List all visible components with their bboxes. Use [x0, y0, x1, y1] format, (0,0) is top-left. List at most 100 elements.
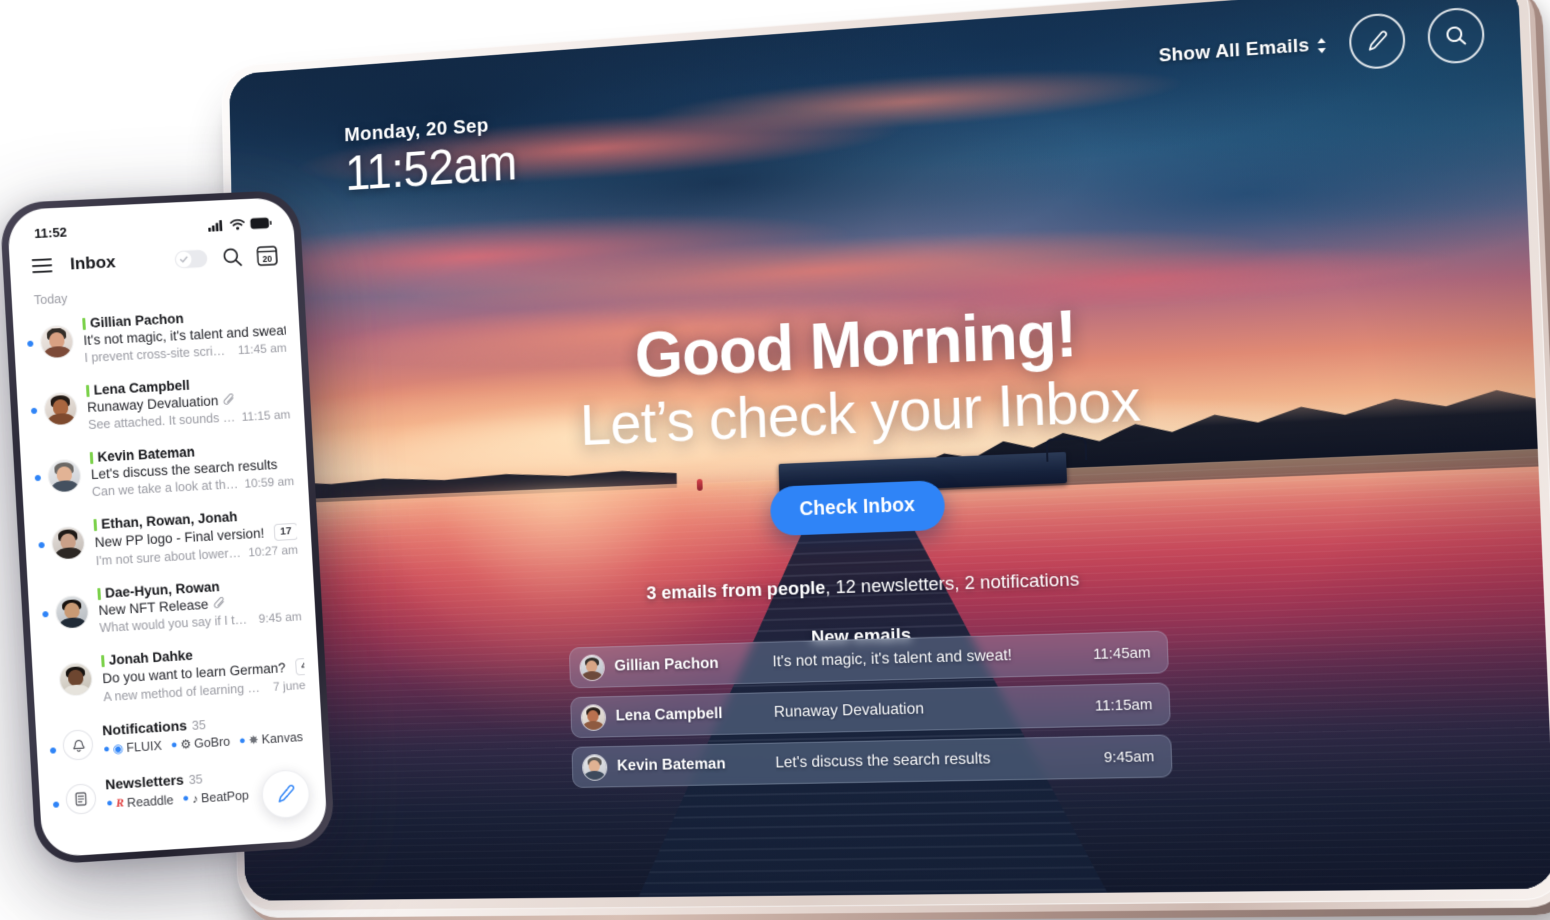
thread-color-bar — [82, 317, 86, 330]
unread-dot — [42, 611, 49, 618]
pencil-icon — [1364, 28, 1390, 54]
source-fluix: ● ◉ FLUIX — [103, 739, 162, 757]
email-time: 10:59 am — [244, 474, 295, 491]
source-readdle: ● R Readdle — [106, 792, 174, 811]
avatar — [578, 653, 605, 681]
email-time: 10:27 am — [247, 542, 299, 560]
source-kanvas: ● ✸ Kanvas — [239, 730, 304, 748]
attachment-icon — [269, 526, 270, 539]
tablet-compose-button[interactable] — [1348, 11, 1407, 71]
thread-count-badge: 17 — [273, 522, 298, 542]
email-sender: Kevin Bateman — [616, 755, 726, 775]
thread-color-bar — [85, 384, 90, 397]
source-name: GoBro — [193, 734, 231, 752]
bullet-dot-icon: ● — [238, 734, 247, 747]
avatar-face — [40, 325, 74, 360]
phone-screen: 11:52 Inbox 20 Today Gillian Pachon It's… — [6, 196, 328, 858]
show-all-emails-label: Show All Emails — [1158, 34, 1310, 67]
tablet-screen: Show All Emails Monday, 20 Sep 11:52am G… — [229, 0, 1550, 901]
group-count: 35 — [191, 718, 207, 734]
unread-dot — [46, 678, 52, 684]
email-time: 9:45am — [1103, 747, 1155, 766]
source-name: FLUIX — [126, 739, 163, 756]
calendar-day-number: 20 — [262, 253, 273, 265]
avatar — [581, 753, 608, 781]
phone-status-time: 11:52 — [33, 224, 68, 242]
list-item-body: Notifications 35 ● ◉ FLUIX ● ⚙ GoBro ● ✸… — [102, 710, 309, 757]
avatar-face — [55, 595, 89, 630]
source-name: Readdle — [126, 792, 174, 810]
avatar-face — [581, 704, 605, 731]
email-time: 11:45am — [1092, 643, 1151, 663]
email-subject: It's not magic, it's talent and sweat! — [772, 646, 1013, 671]
toggle-switch-icon — [174, 249, 208, 268]
search-icon — [1443, 23, 1469, 49]
avatar-face — [51, 526, 85, 561]
avatar — [43, 391, 79, 427]
phone-device: 11:52 Inbox 20 Today Gillian Pachon It's… — [0, 189, 336, 866]
tablet-email-list: Gillian Pachon It's not magic, it's tale… — [568, 630, 1173, 788]
email-time: 7 june — [272, 678, 306, 695]
battery-icon — [250, 217, 272, 230]
avatar-face — [59, 662, 93, 697]
tablet-bezel: Show All Emails Monday, 20 Sep 11:52am G… — [221, 0, 1550, 912]
email-time: 9:45 am — [258, 609, 303, 626]
avatar — [58, 661, 94, 697]
email-time: 11:15am — [1094, 695, 1153, 715]
email-time: 11:15 am — [241, 407, 291, 424]
tablet-time: 11:52am — [344, 135, 518, 201]
list-item-body: Gillian Pachon It's not magic, it's tale… — [82, 306, 287, 365]
avatar-face — [582, 754, 607, 781]
bullet-dot-icon: ● — [106, 797, 114, 810]
avatar — [580, 703, 606, 731]
list-item-body: Dae-Hyun, Rowan New NFT Release What wou… — [97, 575, 303, 635]
list-item-body: Kevin Bateman Let's discuss the search r… — [89, 439, 295, 499]
document-icon — [65, 783, 97, 816]
tablet-device: Show All Emails Monday, 20 Sep 11:52am G… — [221, 0, 1550, 920]
tablet-search-button[interactable] — [1426, 6, 1486, 66]
mockup-stage: Show All Emails Monday, 20 Sep 11:52am G… — [0, 0, 1550, 920]
thread-color-bar — [97, 587, 101, 600]
page-title: Inbox — [69, 252, 117, 274]
unread-dot — [49, 747, 57, 754]
bullet-dot-icon: ● — [170, 738, 178, 751]
chevron-updown-icon — [1317, 37, 1327, 54]
group-title-text: Newsletters — [104, 771, 185, 793]
avatar-face — [47, 459, 81, 494]
list-item-body: Ethan, Rowan, Jonah New PP logo - Final … — [93, 506, 298, 568]
avatar-face — [579, 654, 604, 681]
email-time: 11:45 am — [237, 340, 287, 358]
search-icon — [223, 248, 243, 267]
readdle-logo-icon: R — [115, 795, 125, 811]
table-row[interactable]: Lena Campbell Runaway Devaluation 11:15a… — [569, 682, 1171, 739]
thread-color-bar — [89, 451, 93, 464]
source-gobro: ● ⚙ GoBro — [170, 735, 230, 753]
attachment-icon — [290, 661, 291, 674]
group-title-text: Notifications — [101, 717, 188, 739]
read-unread-toggle[interactable] — [174, 248, 209, 269]
show-all-emails-dropdown[interactable]: Show All Emails — [1158, 34, 1327, 68]
bullet-dot-icon: ● — [182, 792, 190, 805]
tablet-ui-overlay: Show All Emails Monday, 20 Sep 11:52am G… — [229, 0, 1550, 901]
hamburger-menu-button[interactable] — [31, 258, 53, 273]
attachment-icon — [214, 597, 225, 609]
source-name: BeatPop — [200, 788, 250, 806]
thread-color-bar — [93, 518, 97, 531]
check-inbox-button[interactable]: Check Inbox — [770, 480, 945, 537]
phone-search-button[interactable] — [221, 246, 243, 268]
bell-icon — [62, 729, 94, 762]
calendar-button[interactable]: 20 — [256, 243, 279, 267]
email-sender: Gillian Pachon — [614, 655, 719, 675]
gobro-logo-icon: ⚙ — [180, 737, 192, 752]
thread-color-bar — [101, 654, 105, 667]
unread-dot — [52, 801, 60, 809]
inbox-summary: 3 emails from people, 12 newsletters, 2 … — [239, 554, 1543, 618]
avatar-face — [44, 392, 78, 427]
table-row[interactable]: Kevin Bateman Let's discuss the search r… — [571, 734, 1173, 788]
source-name: Kanvas — [261, 730, 304, 747]
email-subject: Runaway Devaluation — [773, 700, 925, 721]
list-item-body: Lena Campbell Runaway Devaluation See at… — [85, 373, 291, 432]
inbox-summary-rest: , 12 newsletters, 2 notifications — [825, 569, 1080, 599]
beatpop-logo-icon: ♪ — [191, 791, 199, 806]
thread-count-badge: 4 — [294, 658, 305, 676]
